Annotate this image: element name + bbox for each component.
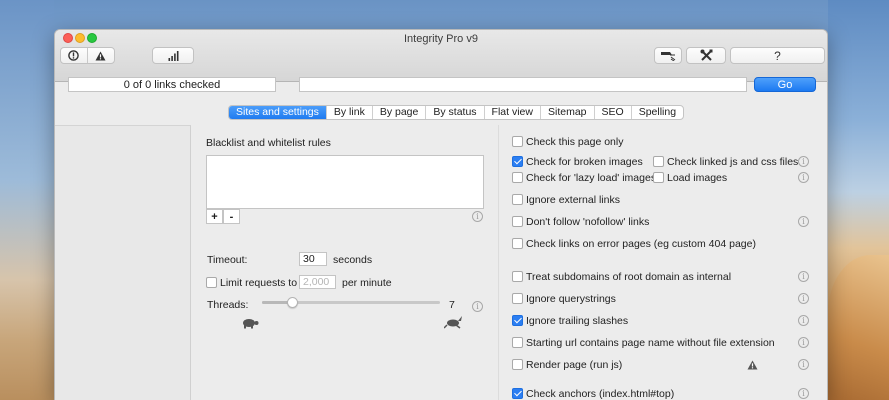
tab-sitemap[interactable]: Sitemap [541, 106, 595, 119]
limit-requests-input[interactable]: 2,000 [299, 275, 336, 289]
threads-label: Threads: [207, 299, 249, 311]
threads-value: 7 [449, 299, 455, 311]
dont-follow-nofollow-info-icon[interactable]: i [798, 216, 809, 227]
check-anchors-info-icon[interactable]: i [798, 388, 809, 399]
rules-title: Blacklist and whitelist rules [206, 137, 331, 149]
ignore-trailing-slashes-label: Ignore trailing slashes [526, 315, 629, 327]
limit-requests-checkbox[interactable] [206, 277, 217, 288]
ignore-querystrings-label: Ignore querystrings [526, 293, 616, 305]
tab-spelling[interactable]: Spelling [632, 106, 683, 119]
go-button[interactable]: Go [754, 77, 816, 92]
titlebar: Integrity Pro v9 ? [55, 30, 827, 82]
rules-info-icon[interactable]: i [472, 211, 483, 222]
tab-seo[interactable]: SEO [595, 106, 632, 119]
treat-subdomains-info-icon[interactable]: i [798, 271, 809, 282]
timeout-label: Timeout: [207, 254, 248, 266]
info-circle-icon [68, 50, 80, 61]
tab-by-link[interactable]: By link [327, 106, 373, 119]
help-label: ? [774, 48, 781, 63]
warnings-button[interactable] [88, 48, 114, 63]
ignore-trailing-slashes-checkbox[interactable] [512, 315, 523, 326]
desktop-background-left [0, 0, 54, 400]
broom-icon [661, 52, 676, 61]
tab-by-status[interactable]: By status [426, 106, 485, 119]
check-this-page-only-label: Check this page only [526, 136, 624, 148]
info-button[interactable] [61, 48, 88, 63]
check-this-page-only-checkbox[interactable] [512, 136, 523, 147]
load-images-info-icon[interactable]: i [798, 172, 809, 183]
column-divider [498, 125, 499, 400]
tools-icon [700, 49, 712, 61]
starting-url-page-name-checkbox[interactable] [512, 337, 523, 348]
sites-sidebar[interactable] [55, 125, 191, 400]
load-images-checkbox[interactable] [653, 172, 664, 183]
stats-button[interactable] [152, 47, 194, 64]
dont-follow-nofollow-label: Don't follow 'nofollow' links [526, 216, 650, 228]
render-page-info-icon[interactable]: i [798, 359, 809, 370]
threads-info-icon[interactable]: i [472, 301, 483, 312]
dont-follow-nofollow-checkbox[interactable] [512, 216, 523, 227]
ignore-trailing-slashes-info-icon[interactable]: i [798, 315, 809, 326]
load-images-label: Load images [667, 172, 728, 184]
check-broken-images-label: Check for broken images [526, 156, 643, 168]
rabbit-icon [444, 316, 462, 329]
app-window: Integrity Pro v9 ? 0 of 0 links checked … [54, 29, 828, 400]
tab-sites-and-settings[interactable]: Sites and settings [229, 106, 327, 119]
clean-button[interactable] [654, 47, 682, 64]
render-page-checkbox[interactable] [512, 359, 523, 370]
help-button[interactable]: ? [730, 47, 825, 64]
check-linked-js-css-info-icon[interactable]: i [798, 156, 809, 167]
settings-panel: Blacklist and whitelist rules + - i Time… [192, 125, 827, 400]
view-tabs: Sites and settings By link By page By st… [228, 105, 685, 120]
check-anchors-checkbox[interactable] [512, 388, 523, 399]
ignore-external-label: Ignore external links [526, 194, 620, 206]
check-linked-js-css-checkbox[interactable] [653, 156, 664, 167]
ignore-querystrings-info-icon[interactable]: i [798, 293, 809, 304]
links-checked-status: 0 of 0 links checked [68, 77, 276, 92]
tab-by-page[interactable]: By page [373, 106, 427, 119]
add-rule-button[interactable]: + [206, 209, 223, 224]
treat-subdomains-label: Treat subdomains of root domain as inter… [526, 271, 732, 283]
toolbar-segment-left [60, 47, 115, 64]
check-lazy-load-label: Check for 'lazy load' images [526, 172, 657, 184]
warning-triangle-icon [95, 51, 106, 60]
check-linked-js-css-label: Check linked js and css files [667, 156, 799, 168]
ignore-querystrings-checkbox[interactable] [512, 293, 523, 304]
treat-subdomains-checkbox[interactable] [512, 271, 523, 282]
limit-requests-unit: per minute [342, 277, 392, 289]
window-title: Integrity Pro v9 [404, 33, 478, 45]
limit-requests-label: Limit requests to [220, 277, 298, 289]
ignore-external-checkbox[interactable] [512, 194, 523, 205]
remove-rule-button[interactable]: - [223, 209, 240, 224]
check-error-pages-label: Check links on error pages (eg custom 40… [526, 238, 756, 250]
rules-list[interactable] [206, 155, 484, 209]
check-lazy-load-checkbox[interactable] [512, 172, 523, 183]
render-page-warning-icon[interactable] [747, 360, 758, 370]
check-broken-images-checkbox[interactable] [512, 156, 523, 167]
starting-url-page-name-label: Starting url contains page name without … [526, 337, 775, 349]
timeout-unit: seconds [333, 254, 373, 266]
bar-chart-icon [168, 50, 178, 61]
tab-flat-view[interactable]: Flat view [485, 106, 541, 119]
desktop-dune [828, 255, 889, 400]
url-input[interactable] [299, 77, 747, 92]
starting-url-page-name-info-icon[interactable]: i [798, 337, 809, 348]
tools-button[interactable] [686, 47, 726, 64]
check-anchors-label: Check anchors (index.html#top) [526, 388, 675, 400]
threads-slider-knob[interactable] [287, 297, 298, 308]
check-error-pages-checkbox[interactable] [512, 238, 523, 249]
turtle-icon [243, 319, 259, 329]
timeout-input[interactable]: 30 [299, 252, 327, 266]
render-page-label: Render page (run js) [526, 359, 623, 371]
